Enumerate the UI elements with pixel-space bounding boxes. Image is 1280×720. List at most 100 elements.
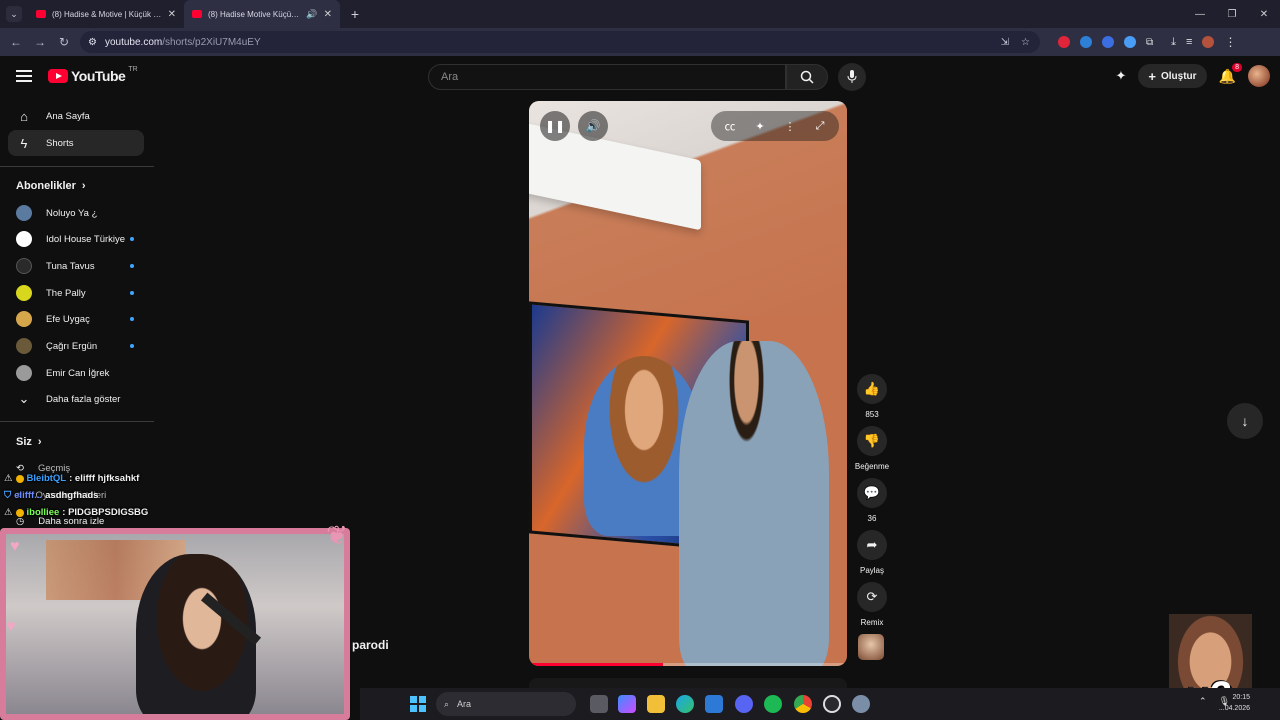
settings-icon[interactable] [852, 695, 870, 713]
subscription-item[interactable]: Idol House Türkiye [8, 226, 144, 252]
search-input[interactable]: Ara [428, 64, 786, 90]
taskbar-clock[interactable]: 20:15 ...04.2026 [1219, 692, 1250, 714]
next-video-button[interactable]: ↓ [1227, 403, 1263, 439]
notifications-button[interactable]: 🔔 8 [1219, 62, 1242, 85]
gemini-sparkle-icon[interactable]: ✦ [747, 120, 773, 133]
spotify-icon[interactable] [764, 695, 782, 713]
volume-button[interactable]: 🔊 [578, 111, 608, 141]
shorts-video-player[interactable]: ❚❚ 🔊 ㏄ ✦ ⋮ ⤢ [529, 101, 847, 666]
minimize-icon[interactable]: — [1184, 0, 1216, 28]
store-icon[interactable] [705, 695, 723, 713]
tab-close-icon[interactable]: ✕ [168, 9, 176, 20]
taskbar-search[interactable]: ⌕ Ara [436, 692, 576, 716]
browser-toolbar: ← → ↻ ⚙ youtube.com/shorts/p2XiU7M4uEY ⇲… [0, 28, 1280, 56]
subscription-item[interactable]: Çağrı Ergün [8, 333, 144, 359]
menu-icon[interactable] [16, 70, 32, 82]
new-content-dot [130, 291, 134, 295]
reload-icon[interactable]: ↻ [52, 30, 76, 54]
sidebar-item-shorts[interactable]: ϟ Shorts [8, 130, 144, 156]
video-frame-man [679, 341, 829, 666]
browser-tab-2[interactable]: (8) Hadise Motive Küçük bi... 🔊 ✕ [184, 0, 340, 28]
plus-icon: + [1148, 68, 1156, 84]
youtube-play-icon [48, 69, 68, 83]
subscription-item[interactable]: Emir Can İğrek [8, 360, 144, 386]
new-content-dot [130, 344, 134, 348]
forward-icon[interactable]: → [28, 30, 52, 54]
comments-button[interactable]: 💬 36 [854, 478, 890, 523]
voice-search-button[interactable] [838, 63, 866, 91]
extension-shield-icon[interactable] [1124, 36, 1136, 48]
account-avatar[interactable] [1248, 65, 1270, 87]
section-title: Abonelikler [16, 180, 76, 192]
like-button[interactable]: 👍 853 [854, 374, 890, 419]
share-icon: ➦ [857, 530, 887, 560]
chevron-right-icon: › [37, 436, 42, 448]
edge-icon[interactable] [676, 695, 694, 713]
audio-playing-icon[interactable]: 🔊 [306, 9, 317, 20]
fullscreen-icon[interactable]: ⤢ [807, 120, 833, 133]
tab-search-icon[interactable]: ⌄ [6, 6, 22, 22]
site-info-icon[interactable]: ⚙ [88, 37, 97, 48]
you-header[interactable]: Siz › [16, 436, 42, 448]
extensions-puzzle-icon[interactable]: ⧉ [1146, 37, 1153, 48]
install-app-icon[interactable]: ⇲ [1001, 37, 1009, 48]
more-options-icon[interactable]: ⋮ [777, 120, 803, 133]
address-bar[interactable]: ⚙ youtube.com/shorts/p2XiU7M4uEY ⇲ ☆ [80, 31, 1040, 53]
url-host: youtube.com [104, 36, 163, 48]
extension-blue-icon[interactable] [1102, 36, 1114, 48]
chrome-icon[interactable] [794, 695, 812, 713]
sound-thumbnail[interactable] [858, 634, 884, 660]
task-view-icon[interactable] [590, 695, 608, 713]
subscriptions-header[interactable]: Abonelikler › [16, 180, 86, 192]
gemini-sparkle-icon[interactable]: ✦ [1116, 68, 1127, 84]
next-video-preview [529, 678, 847, 688]
obs-icon[interactable] [823, 695, 841, 713]
file-explorer-icon[interactable] [647, 695, 665, 713]
close-window-icon[interactable]: ✕ [1248, 0, 1280, 28]
share-button[interactable]: ➦ Paylaş [854, 530, 890, 575]
back-icon[interactable]: ← [4, 30, 28, 54]
extension-translate-icon[interactable] [1080, 36, 1092, 48]
share-label: Paylaş [859, 566, 884, 575]
subscription-item[interactable]: The Pally [8, 280, 144, 306]
video-progress-fill [529, 663, 663, 666]
show-more-button[interactable]: ⌄ Daha fazla göster [8, 386, 144, 412]
captions-icon[interactable]: ㏄ [717, 118, 743, 134]
home-icon: ⌂ [20, 108, 28, 124]
subscription-item[interactable]: Tuna Tavus [8, 253, 144, 279]
chat-text: : PIDGBPSDIGSBG [62, 507, 149, 518]
discord-icon[interactable] [735, 695, 753, 713]
channel-avatar [16, 285, 32, 301]
channel-name: Efe Uygaç [46, 313, 90, 325]
dislike-button[interactable]: 👎 Beğenme [854, 426, 890, 471]
copilot-icon[interactable] [618, 695, 636, 713]
youtube-logo[interactable]: YouTube TR [48, 66, 138, 84]
restore-icon[interactable]: ❐ [1216, 0, 1248, 28]
profile-avatar-icon[interactable] [1202, 36, 1215, 48]
browser-tab-1[interactable]: (8) Hadise & Motive | Küçük Bi... ✕ [28, 0, 184, 28]
chat-username: ibolliee [26, 507, 60, 518]
video-progress-bar[interactable] [529, 663, 847, 666]
search-button[interactable] [786, 64, 828, 90]
bookmark-star-icon[interactable]: ☆ [1021, 37, 1030, 48]
create-button[interactable]: + Oluştur [1138, 64, 1207, 88]
sidebar-item-home[interactable]: ⌂ Ana Sayfa [8, 103, 144, 129]
subscription-item[interactable]: Efe Uygaç [8, 306, 144, 332]
reading-list-icon[interactable]: ≡ [1186, 36, 1192, 48]
thumbs-up-icon: 👍 [857, 374, 887, 404]
remix-button[interactable]: ⟳ Remix [854, 582, 890, 627]
browser-menu-icon[interactable]: ⋮ [1224, 35, 1236, 49]
download-icon[interactable]: ⤓ [1171, 36, 1176, 49]
arrow-down-icon: ↓ [1241, 413, 1249, 429]
chevron-up-icon[interactable]: ⌃ [1199, 696, 1207, 707]
youtube-favicon-icon [36, 10, 46, 18]
tab-close-icon[interactable]: ✕ [324, 9, 332, 20]
channel-avatar [16, 205, 32, 221]
windows-start-icon[interactable] [410, 696, 426, 712]
extension-red-icon[interactable] [1058, 36, 1070, 48]
chat-message: ⚠ BleibtQL : elifff hjfksahkf [4, 470, 148, 487]
warning-icon: ⚠ [4, 507, 13, 518]
new-tab-button[interactable]: + [344, 3, 366, 25]
subscription-item[interactable]: Noluyo Ya ¿ [8, 200, 144, 226]
pause-button[interactable]: ❚❚ [540, 111, 570, 141]
